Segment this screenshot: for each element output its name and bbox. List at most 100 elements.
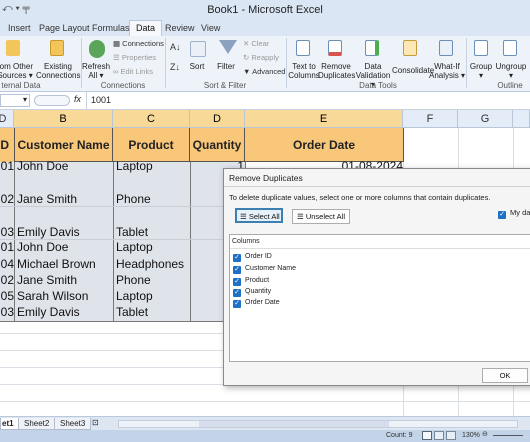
sort-ascending-icon[interactable]: A↓	[170, 42, 181, 52]
tab-data[interactable]: Data	[129, 20, 163, 37]
advanced-icon: ▼	[243, 67, 253, 76]
page-layout-view-icon[interactable]	[434, 431, 444, 440]
excel-window: ⤺ ▾ ╤ Book1 - Microsoft Excel Insert Pag…	[0, 0, 530, 442]
column-option-order-id[interactable]: ✓ Order ID	[233, 251, 272, 262]
column-header-f[interactable]: F	[403, 110, 458, 128]
column-option-quantity[interactable]: ✓ Quantity	[233, 286, 271, 297]
cell-customer-name[interactable]: John Doe	[17, 158, 112, 174]
group-button[interactable]: Group ▾	[468, 62, 494, 80]
filter-button[interactable]: Filter	[212, 62, 240, 71]
insert-function-icon[interactable]: fx	[74, 94, 81, 104]
cell-id[interactable]: 05	[0, 288, 14, 304]
properties-button[interactable]: ☰ Properties	[113, 53, 156, 62]
ribbon-divider	[286, 38, 287, 88]
cell-product[interactable]: Tablet	[116, 304, 189, 320]
text-to-columns-button[interactable]: Text to Columns	[288, 62, 320, 80]
formula-input[interactable]: 1001	[86, 92, 530, 109]
ungroup-button[interactable]: Ungroup ▾	[494, 62, 528, 80]
sheet-tab-sheet1[interactable]: et1	[0, 418, 20, 430]
connections-icon: ▦	[113, 39, 123, 48]
cell-customer-name[interactable]: Michael Brown	[17, 256, 112, 272]
horizontal-scrollbar[interactable]	[118, 420, 518, 428]
cell-customer-name[interactable]: Emily Davis	[17, 224, 112, 240]
cell-product[interactable]: Tablet	[116, 224, 189, 240]
header-quantity: Quantity	[190, 128, 245, 162]
unselect-all-button[interactable]: ☰ Unselect All	[292, 209, 350, 224]
cell-id[interactable]: 04	[0, 256, 14, 272]
formula-bar-expander[interactable]	[34, 95, 70, 106]
zoom-out-icon[interactable]: ⊖	[482, 430, 488, 438]
existing-connections-button[interactable]: Existing Connections	[36, 62, 80, 80]
sheet-tab-sheet3[interactable]: Sheet3	[54, 418, 92, 430]
advanced-button[interactable]: ▼ Advanced	[243, 67, 285, 76]
tab-insert[interactable]: Insert	[8, 23, 31, 33]
checkbox-checked-icon: ✓	[233, 300, 241, 308]
zoom-slider[interactable]	[493, 435, 523, 436]
remove-duplicates-button[interactable]: Remove Duplicates	[318, 62, 355, 80]
grid-line	[0, 401, 530, 402]
tab-formulas[interactable]: Formulas	[92, 23, 130, 33]
cell-id[interactable]: 02	[0, 272, 14, 288]
cell-customer-name[interactable]: John Doe	[17, 239, 112, 255]
from-other-sources-icon	[6, 40, 20, 56]
cell-product[interactable]: Laptop	[116, 288, 189, 304]
cell-customer-name[interactable]: Jane Smith	[17, 191, 112, 207]
sheet-tab-sheet2[interactable]: Sheet2	[18, 418, 56, 430]
edit-links-button[interactable]: ∞ Edit Links	[113, 67, 153, 76]
columns-list[interactable]: Columns ✓ Order ID ✓ Customer Name ✓ Produc…	[229, 234, 530, 362]
group-label-connections: Connections	[100, 81, 146, 90]
cell-id[interactable]: 01	[0, 158, 14, 174]
table-border	[0, 321, 246, 322]
cell-product[interactable]: Phone	[116, 272, 189, 288]
consolidate-button[interactable]: Consolidate	[392, 66, 434, 75]
my-data-has-headers-checkbox[interactable]: ✓My data	[498, 208, 530, 219]
cell-id[interactable]: 02	[0, 191, 14, 207]
column-header-b[interactable]: B	[14, 110, 113, 128]
column-header-g[interactable]: G	[458, 110, 513, 128]
tab-review[interactable]: Review	[165, 23, 195, 33]
refresh-icon	[89, 40, 105, 58]
column-header-h[interactable]	[513, 110, 530, 128]
scrollbar-thumb[interactable]	[199, 421, 389, 427]
cell-product[interactable]: Phone	[116, 191, 189, 207]
insert-sheet-icon[interactable]: ⊡	[92, 418, 99, 427]
column-header-c[interactable]: C	[113, 110, 190, 128]
cell-product[interactable]: Laptop	[116, 158, 189, 174]
name-box[interactable]: ▾	[0, 94, 30, 107]
cell-product[interactable]: Headphones	[116, 256, 189, 272]
remove-duplicates-dialog: Remove Duplicates To delete duplicate va…	[223, 168, 530, 386]
what-if-analysis-icon	[439, 40, 453, 56]
sort-button[interactable]: Sort	[183, 62, 211, 71]
column-option-order-date[interactable]: ✓ Order Date	[233, 297, 280, 308]
zoom-level[interactable]: 130%	[462, 432, 480, 439]
cell-id[interactable]: 03	[0, 224, 14, 240]
cell-product[interactable]: Laptop	[116, 239, 189, 255]
reapply-button[interactable]: ↻ Reapply	[243, 53, 279, 62]
select-all-button[interactable]: ☰ Select All	[235, 208, 283, 223]
sort-descending-icon[interactable]: Z↓	[170, 62, 180, 72]
tab-page-layout[interactable]: Page Layout	[39, 23, 90, 33]
cell-customer-name[interactable]: Sarah Wilson	[17, 288, 112, 304]
properties-icon: ☰	[113, 53, 122, 62]
column-header-d2[interactable]: D	[190, 110, 245, 128]
connections-button[interactable]: ▦ Connections	[113, 39, 164, 48]
page-break-view-icon[interactable]	[446, 431, 456, 440]
what-if-analysis-button[interactable]: What-If Analysis ▾	[428, 62, 466, 80]
column-header-d[interactable]: D	[0, 110, 14, 128]
refresh-all-button[interactable]: Refresh All ▾	[82, 62, 110, 80]
filter-icon	[219, 40, 237, 54]
ok-button[interactable]: OK	[482, 368, 528, 383]
table-border	[190, 162, 191, 322]
from-other-sources-button[interactable]: rom Other Sources ▾	[0, 62, 34, 80]
column-header-e[interactable]: E	[245, 110, 403, 128]
cell-customer-name[interactable]: Jane Smith	[17, 272, 112, 288]
cell-customer-name[interactable]: Emily Davis	[17, 304, 112, 320]
tab-view[interactable]: View	[201, 23, 220, 33]
ribbon-tabs: Insert Page Layout Formulas Data Review …	[0, 20, 530, 37]
cell-id[interactable]: 01	[0, 239, 14, 255]
cell-id[interactable]: 03	[0, 304, 14, 320]
clear-button[interactable]: ✕ Clear	[243, 39, 269, 48]
column-option-product[interactable]: ✓ Product	[233, 275, 269, 286]
normal-view-icon[interactable]	[422, 431, 432, 440]
column-option-customer-name[interactable]: ✓ Customer Name	[233, 263, 296, 274]
